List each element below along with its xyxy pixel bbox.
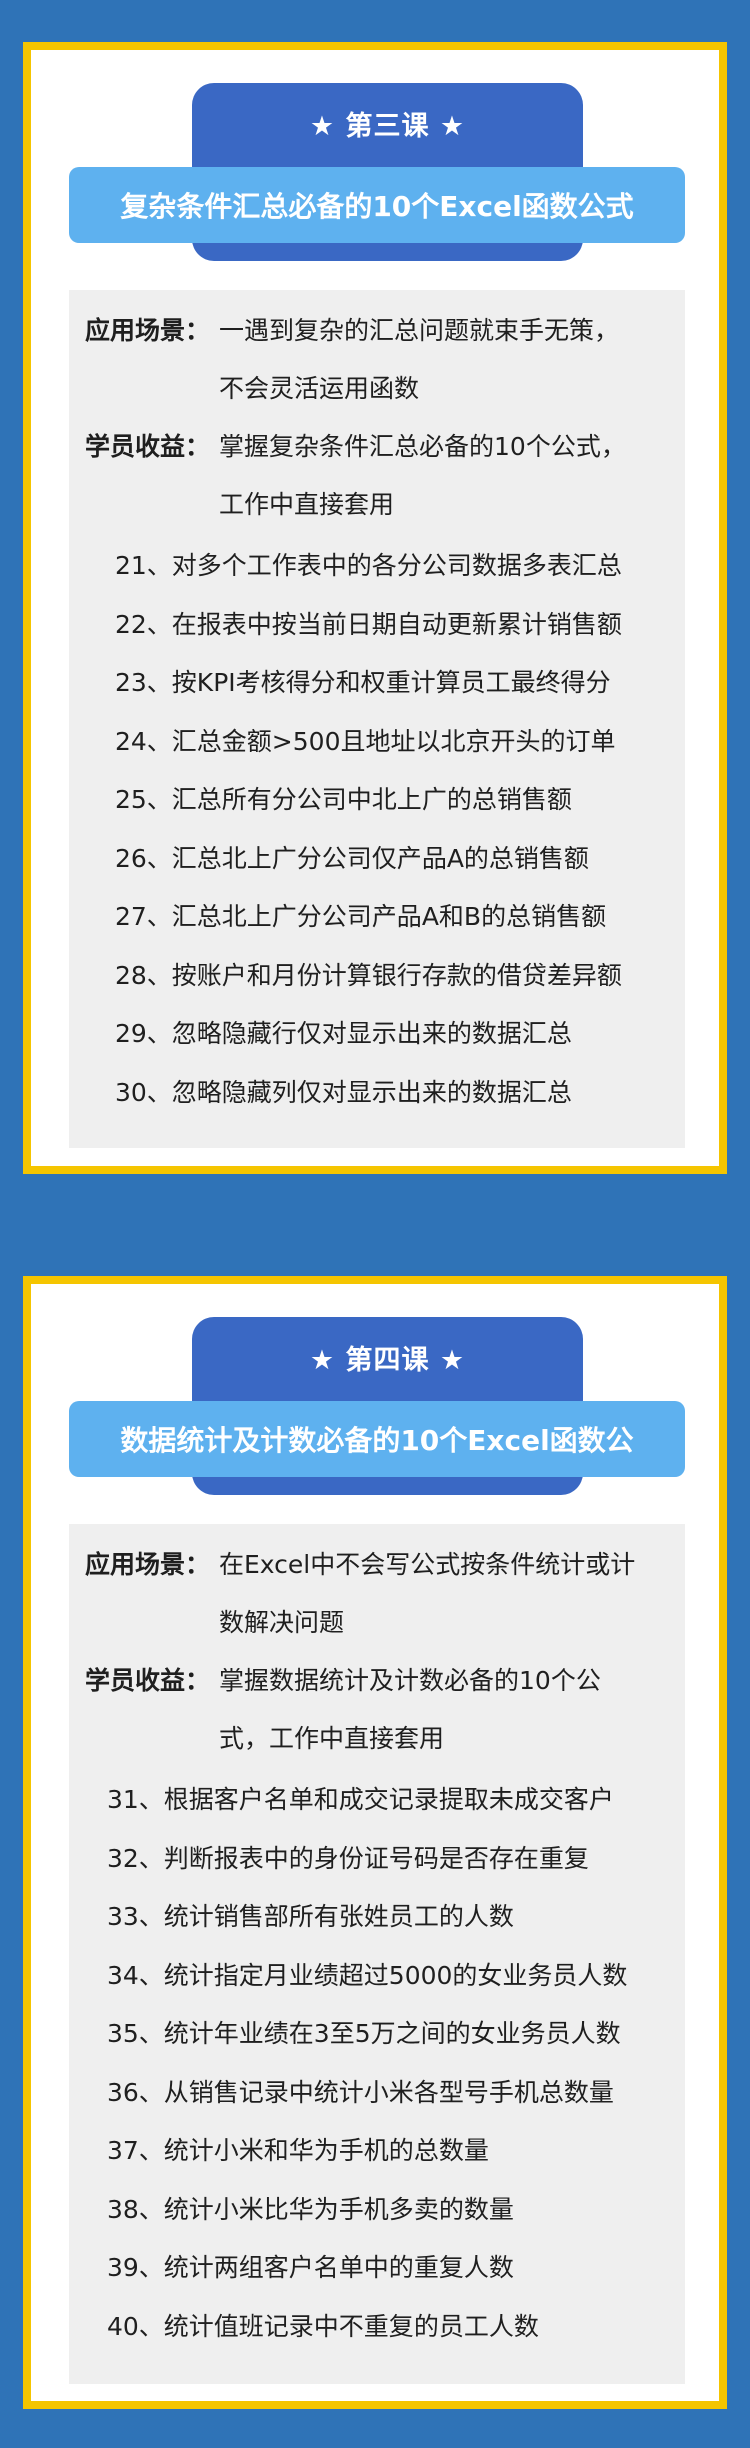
gain-text-cont: 工作中直接套用 <box>219 490 395 519</box>
scene-text-cont: 数解决问题 <box>219 1608 345 1637</box>
lesson-label: ★ 第三课 ★ <box>309 110 466 142</box>
list-item: 23、按KPI考核得分和权重计算员工最终得分 <box>115 668 611 697</box>
lesson-label: ★ 第四课 ★ <box>309 1344 466 1376</box>
lesson-title: 数据统计及计数必备的10个Excel函数公 <box>69 1401 685 1477</box>
gain-row: 学员收益： 掌握复杂条件汇总必备的10个公式， <box>69 418 685 476</box>
scene-row: 应用场景： 一遇到复杂的汇总问题就束手无策， <box>69 302 685 360</box>
scene-row-cont: 数解决问题 <box>69 1594 685 1652</box>
list-item: 31、根据客户名单和成交记录提取未成交客户 <box>107 1785 614 1814</box>
gain-label: 学员收益： <box>85 432 211 461</box>
scene-label: 应用场景： <box>85 316 211 345</box>
list-item: 24、汇总金额>500且地址以北京开头的订单 <box>115 727 616 756</box>
list-item: 28、按账户和月份计算银行存款的借贷差异额 <box>115 961 622 990</box>
gain-text-cont: 式，工作中直接套用 <box>219 1724 445 1753</box>
scene-text: 在Excel中不会写公式按条件统计或计 <box>219 1550 636 1579</box>
scene-row: 应用场景： 在Excel中不会写公式按条件统计或计 <box>69 1536 685 1594</box>
list-item: 40、统计值班记录中不重复的员工人数 <box>107 2312 539 2341</box>
list-item: 35、统计年业绩在3至5万之间的女业务员人数 <box>107 2019 621 2048</box>
list-item: 21、对多个工作表中的各分公司数据多表汇总 <box>115 551 622 580</box>
gain-text: 掌握数据统计及计数必备的10个公 <box>219 1666 601 1695</box>
lesson-card-4: ★ 第四课 ★ 数据统计及计数必备的10个Excel函数公 应用场景： 在Exc… <box>23 1276 727 2409</box>
list-item: 32、判断报表中的身份证号码是否存在重复 <box>107 1844 589 1873</box>
lesson-card-inner: ★ 第三课 ★ 复杂条件汇总必备的10个Excel函数公式 应用场景： 一遇到复… <box>31 50 719 1166</box>
gain-row-cont: 式，工作中直接套用 <box>69 1710 685 1768</box>
gain-row: 学员收益： 掌握数据统计及计数必备的10个公 <box>69 1652 685 1710</box>
list-item: 30、忽略隐藏列仅对显示出来的数据汇总 <box>115 1078 572 1107</box>
list-item: 37、统计小米和华为手机的总数量 <box>107 2136 489 2165</box>
list-item: 25、汇总所有分公司中北上广的总销售额 <box>115 785 572 814</box>
list-item: 34、统计指定月业绩超过5000的女业务员人数 <box>107 1961 628 1990</box>
gain-label: 学员收益： <box>85 1666 211 1695</box>
list-item: 22、在报表中按当前日期自动更新累计销售额 <box>115 610 622 639</box>
lesson-content: 应用场景： 一遇到复杂的汇总问题就束手无策， 不会灵活运用函数 学员收益： 掌握… <box>69 290 685 1148</box>
list-item: 29、忽略隐藏行仅对显示出来的数据汇总 <box>115 1019 572 1048</box>
scene-row-cont: 不会灵活运用函数 <box>69 360 685 418</box>
lesson-card-inner: ★ 第四课 ★ 数据统计及计数必备的10个Excel函数公 应用场景： 在Exc… <box>31 1284 719 2401</box>
scene-text: 一遇到复杂的汇总问题就束手无策， <box>219 316 620 345</box>
gain-row-cont: 工作中直接套用 <box>69 476 685 534</box>
scene-text-cont: 不会灵活运用函数 <box>219 374 420 403</box>
list-item: 36、从销售记录中统计小米各型号手机总数量 <box>107 2078 614 2107</box>
gain-text: 掌握复杂条件汇总必备的10个公式， <box>219 432 626 461</box>
list-item: 26、汇总北上广分公司仅产品A的总销售额 <box>115 844 589 873</box>
list-item: 39、统计两组客户名单中的重复人数 <box>107 2253 514 2282</box>
scene-label: 应用场景： <box>85 1550 211 1579</box>
list-item: 38、统计小米比华为手机多卖的数量 <box>107 2195 514 2224</box>
list-item: 33、统计销售部所有张姓员工的人数 <box>107 1902 514 1931</box>
lesson-title: 复杂条件汇总必备的10个Excel函数公式 <box>69 167 685 243</box>
list-item: 27、汇总北上广分公司产品A和B的总销售额 <box>115 902 607 931</box>
lesson-card-3: ★ 第三课 ★ 复杂条件汇总必备的10个Excel函数公式 应用场景： 一遇到复… <box>23 42 727 1174</box>
lesson-content: 应用场景： 在Excel中不会写公式按条件统计或计 数解决问题 学员收益： 掌握… <box>69 1524 685 2384</box>
